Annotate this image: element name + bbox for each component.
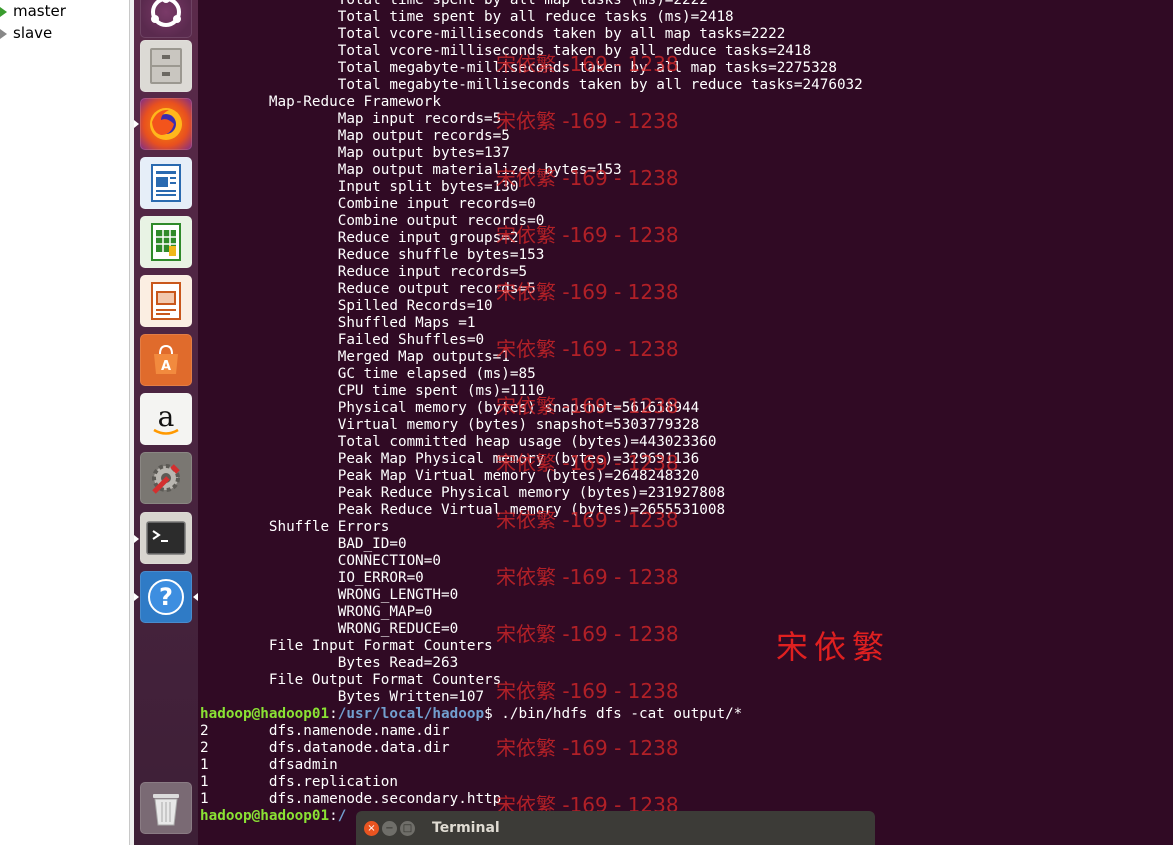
watermark-text: 宋依繁 -169 - 1238: [496, 622, 679, 646]
watermark-text: 宋依繁 -169 - 1238: [496, 679, 679, 703]
shell-command: $ ./bin/hdfs dfs -cat output/*: [484, 706, 743, 722]
svg-text:a: a: [158, 400, 175, 433]
vm-item-slave[interactable]: slave: [0, 22, 129, 44]
terminal-line: Total time spent by all map tasks (ms)=2…: [200, 0, 708, 8]
terminal-line: Map output bytes=137: [200, 145, 510, 161]
terminal-line: Total megabyte-milliseconds taken by all…: [200, 77, 863, 93]
active-indicator: [134, 120, 139, 128]
writer-icon[interactable]: [140, 157, 192, 209]
watermark-text: 宋依繁 -169 - 1238: [496, 337, 679, 361]
ubuntu-icon[interactable]: [140, 0, 192, 38]
watermark-text: 宋依繁 -169 - 1238: [496, 394, 679, 418]
software-center-icon[interactable]: A: [140, 334, 192, 386]
firefox-icon[interactable]: [140, 98, 192, 150]
terminal-line: BAD_ID=0: [200, 536, 407, 552]
calc-icon[interactable]: [140, 216, 192, 268]
terminal-window[interactable]: Total time spent by all map tasks (ms)=2…: [198, 0, 1173, 845]
terminal-line: Bytes Read=263: [200, 655, 459, 671]
prompt-separator: :: [329, 808, 338, 824]
prompt-separator: :: [329, 706, 338, 722]
prompt-path: /: [337, 808, 347, 824]
watermark-text: 宋依繁 -169 - 1238: [496, 109, 679, 133]
terminal-line: Shuffled Maps =1: [200, 315, 476, 331]
impress-icon[interactable]: [140, 275, 192, 327]
prompt-user: hadoop@hadoop01: [200, 706, 330, 722]
svg-text:?: ?: [159, 583, 173, 611]
terminal-line: Peak Reduce Physical memory (bytes)=2319…: [200, 485, 726, 501]
svg-text:A: A: [161, 359, 171, 374]
terminal-line: Reduce shuffle bytes=153: [200, 247, 545, 263]
terminal-line: Virtual memory (bytes) snapshot=53037793…: [200, 417, 700, 433]
active-indicator: [134, 535, 139, 543]
watermark-text: 宋依繁 -169 - 1238: [496, 52, 679, 76]
vm-item-label: master: [13, 2, 66, 20]
files-icon[interactable]: [140, 40, 192, 92]
maximize-button[interactable]: □: [400, 820, 415, 836]
help-icon[interactable]: ?: [140, 571, 192, 623]
close-button[interactable]: ×: [364, 820, 379, 836]
terminal-line: Total vcore-milliseconds taken by all ma…: [200, 26, 786, 42]
terminal-line: Total time spent by all reduce tasks (ms…: [200, 9, 734, 25]
terminal-line: Combine input records=0: [200, 196, 536, 212]
prompt-path: /usr/local/hadoop: [337, 706, 485, 722]
watermark-large: 宋依繁: [776, 628, 891, 666]
active-indicator: [134, 593, 139, 601]
settings-icon[interactable]: [140, 452, 192, 504]
terminal-line: GC time elapsed (ms)=85: [200, 366, 536, 382]
vm-item-label: slave: [13, 24, 53, 42]
vm-stopped-icon: [0, 26, 10, 40]
window-title: Terminal: [432, 820, 500, 836]
vm-item-master[interactable]: master: [0, 0, 129, 22]
watermark-text: 宋依繁 -169 - 1238: [496, 736, 679, 760]
vm-running-icon: [0, 4, 10, 18]
watermark-text: 宋依繁 -169 - 1238: [496, 565, 679, 589]
vm-list-panel: master slave: [0, 0, 130, 845]
minimize-button[interactable]: −: [382, 820, 397, 836]
watermark-text: 宋依繁 -169 - 1238: [496, 166, 679, 190]
ubuntu-launcher: A a ?: [134, 0, 198, 845]
trash-icon[interactable]: [140, 782, 192, 834]
watermark-text: 宋依繁 -169 - 1238: [496, 508, 679, 532]
watermark-text: 宋依繁 -169 - 1238: [496, 451, 679, 475]
terminal-titlebar[interactable]: × − □ Terminal: [356, 811, 875, 845]
watermark-text: 宋依繁 -169 - 1238: [496, 280, 679, 304]
watermark-text: 宋依繁 -169 - 1238: [496, 223, 679, 247]
shell-prompt: hadoop@hadoop01:/usr/local/hadoop$ ./bin…: [200, 706, 863, 723]
amazon-icon[interactable]: a: [140, 393, 192, 445]
terminal-icon[interactable]: [140, 512, 192, 564]
prompt-user: hadoop@hadoop01: [200, 808, 330, 824]
